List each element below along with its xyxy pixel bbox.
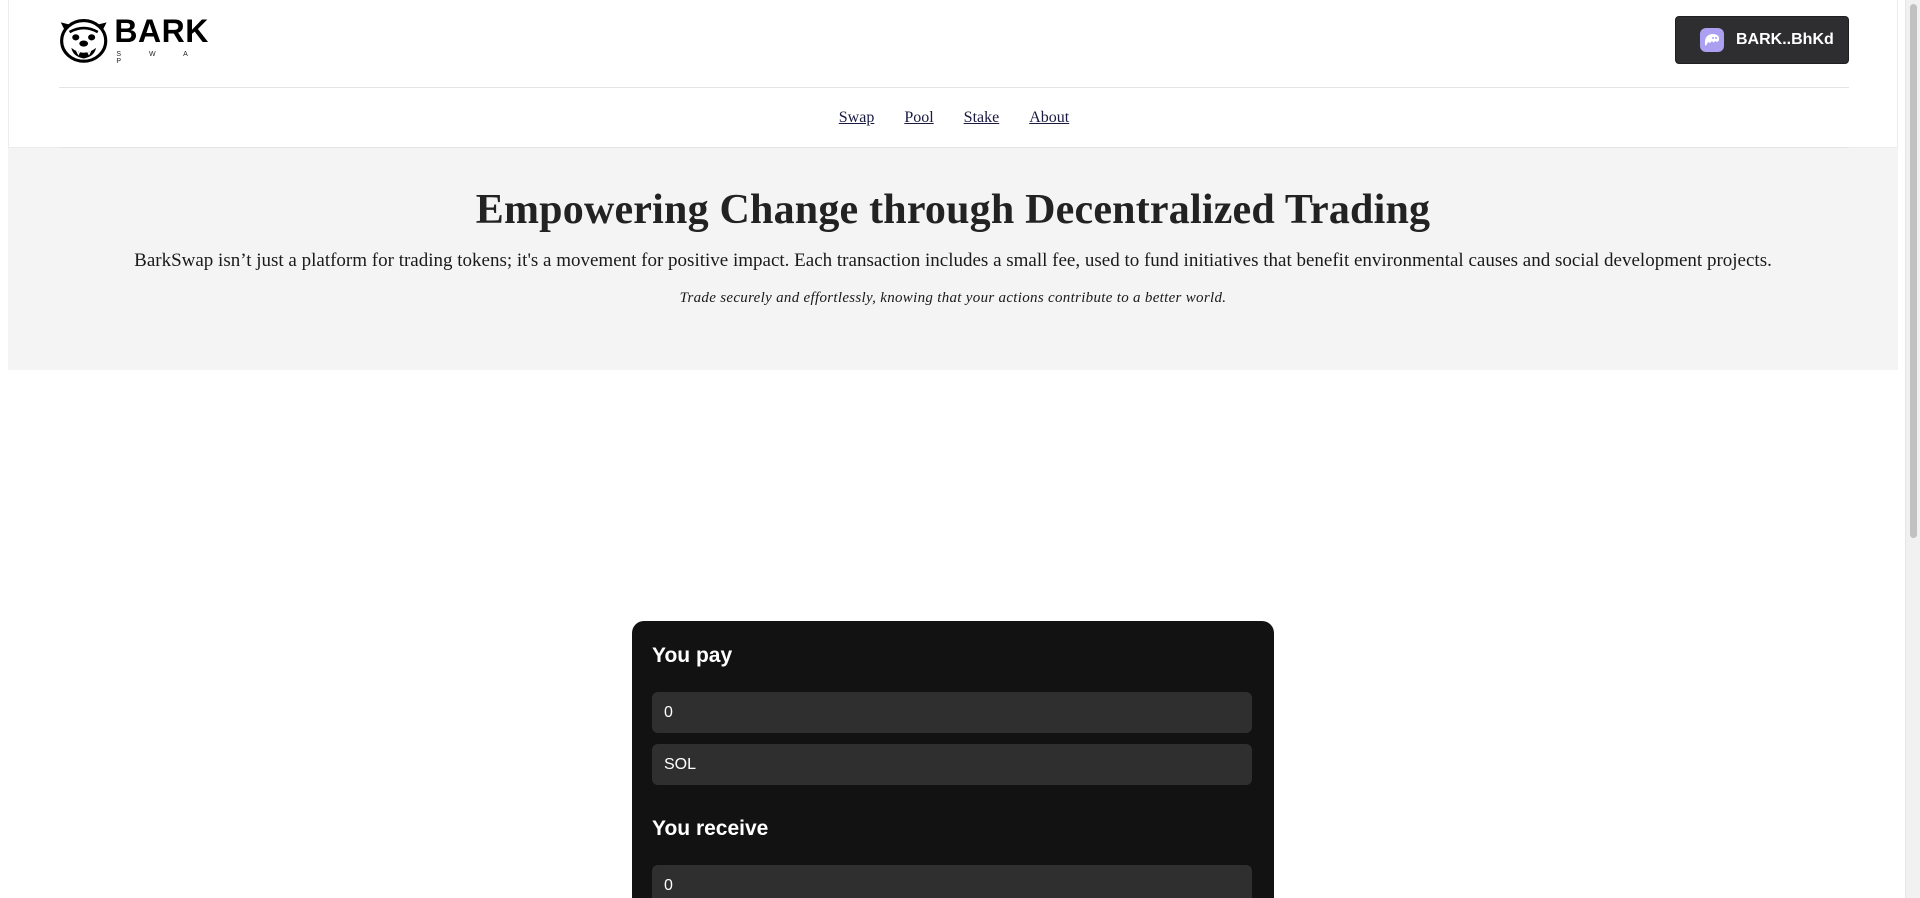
hero-tagline: Trade securely and effortlessly, knowing… xyxy=(679,290,1227,306)
main-nav: Swap Pool Stake About xyxy=(59,88,1849,148)
nav-link-swap[interactable]: Swap xyxy=(839,109,875,127)
page-scrollbar[interactable] xyxy=(1905,0,1920,898)
receive-amount-input[interactable]: 0 xyxy=(652,865,1252,898)
swap-card: You pay 0 SOL You receive 0 xyxy=(632,621,1274,898)
pay-label: You pay xyxy=(652,644,733,667)
site-header: BARK S W A P BARK..BhKd Swap Pool Stake xyxy=(8,0,1898,148)
scrollbar-thumb[interactable] xyxy=(1910,4,1917,538)
hero-description: BarkSwap isn’t just a platform for tradi… xyxy=(134,250,1772,271)
nav-link-stake[interactable]: Stake xyxy=(964,109,1000,127)
bulldog-logo-icon xyxy=(60,19,108,63)
wallet-button[interactable]: BARK..BhKd xyxy=(1675,16,1849,64)
brand-subtitle: S W A P xyxy=(116,51,201,65)
pay-token-select[interactable]: SOL xyxy=(652,744,1252,785)
wallet-address: BARK..BhKd xyxy=(1736,31,1834,48)
brand-logo[interactable]: BARK S W A P xyxy=(59,14,219,66)
receive-label: You receive xyxy=(652,817,769,840)
page: BARK S W A P BARK..BhKd Swap Pool Stake xyxy=(0,0,1920,898)
hero-section: Empowering Change through Decentralized … xyxy=(8,148,1898,370)
phantom-ghost-icon xyxy=(1700,28,1724,52)
pay-amount-input[interactable]: 0 xyxy=(652,692,1252,733)
brand-name: BARK xyxy=(114,13,209,49)
hero-title: Empowering Change through Decentralized … xyxy=(475,187,1431,233)
nav-link-pool[interactable]: Pool xyxy=(904,109,933,127)
brand-text: BARK S W A P xyxy=(114,15,219,65)
header-top-bar: BARK S W A P BARK..BhKd xyxy=(59,0,1849,88)
nav-link-about[interactable]: About xyxy=(1029,109,1069,127)
